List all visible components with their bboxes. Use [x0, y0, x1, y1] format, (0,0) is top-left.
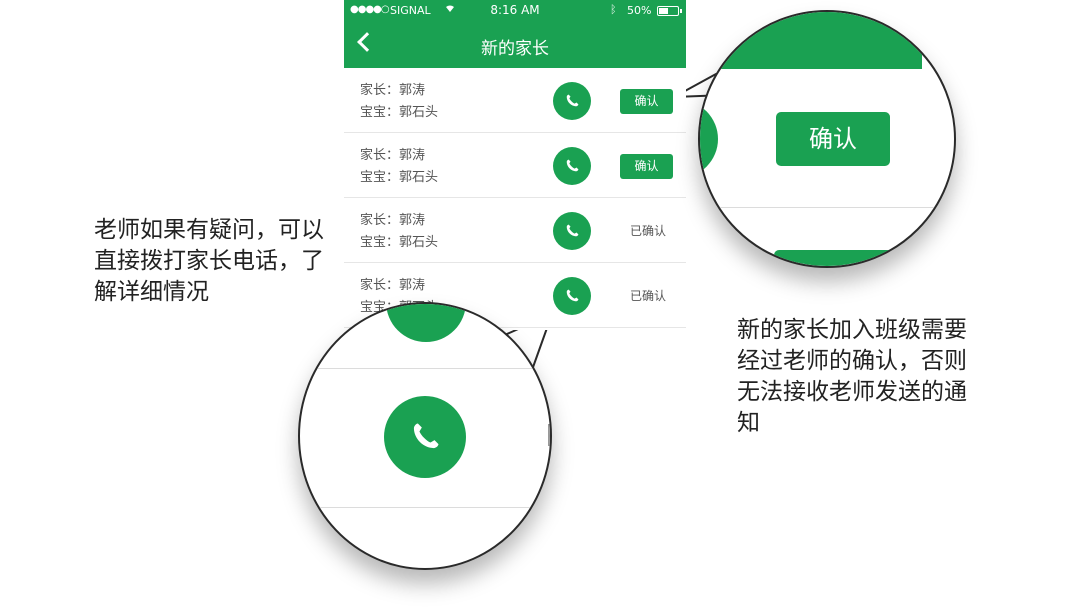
- magnifier-confirm: 确认: [698, 10, 956, 268]
- parent-info: 家长：郭涛宝宝：郭石头: [360, 145, 438, 189]
- magnified-divider: [700, 207, 954, 208]
- status-bar: ●●●●○ SIGNAL 8:16 AM ᛒ 50%: [344, 0, 686, 22]
- child-name: 宝宝：郭石头: [360, 170, 439, 185]
- magnified-divider-bottom: [300, 507, 550, 508]
- list-item: 家长：郭涛宝宝：郭石头 已确认: [344, 198, 686, 263]
- phone-icon[interactable]: [553, 147, 591, 185]
- parent-name: 家长：郭涛: [360, 213, 426, 228]
- magnified-edge-mark: [548, 424, 550, 446]
- confirm-button[interactable]: 确认: [620, 154, 673, 179]
- magnified-nav-bar: [700, 12, 922, 69]
- confirmed-label: 已确认: [629, 289, 666, 303]
- bluetooth-icon: ᛒ: [610, 3, 617, 16]
- confirmed-label: 已确认: [629, 224, 666, 238]
- confirm-button[interactable]: 确认: [620, 89, 673, 114]
- page-title: 新的家长: [481, 39, 549, 59]
- parent-info: 家长：郭涛宝宝：郭石头: [360, 80, 438, 124]
- list-item: 家长：郭涛宝宝：郭石头 确认: [344, 68, 686, 133]
- magnified-divider-top: [300, 368, 550, 369]
- phone-icon[interactable]: [553, 212, 591, 250]
- magnified-confirm-button: 确认: [776, 112, 890, 166]
- annotation-confirm-parent: 新的家长加入班级需要经过老师的确认，否则无法接收老师发送的通知: [737, 317, 967, 436]
- phone-icon[interactable]: [553, 277, 591, 315]
- magnified-call-partial: [386, 304, 466, 342]
- battery-percent: 50%: [627, 4, 652, 17]
- magnifier-call: [298, 302, 552, 570]
- child-name: 宝宝：郭石头: [360, 105, 439, 120]
- parent-name: 家长：郭涛: [360, 83, 426, 98]
- battery-icon: [657, 6, 682, 16]
- parent-list: 家长：郭涛 宝宝：郭石头 确认 家长：郭涛 宝宝：郭石头 确认 家长：郭涛 宝宝：郭石头 已确认…: [344, 68, 686, 328]
- parent-name: 家长：郭涛: [360, 278, 426, 293]
- magnified-call-edge: [700, 100, 718, 178]
- nav-bar: 新的家长: [344, 22, 686, 68]
- list-item: 家长：郭涛宝宝：郭石头 确认: [344, 133, 686, 198]
- child-name: 宝宝：郭石头: [360, 235, 439, 250]
- phone-icon[interactable]: [553, 82, 591, 120]
- parent-name: 家长：郭涛: [360, 148, 426, 163]
- phone-screen: ●●●●○ SIGNAL 8:16 AM ᛒ 50% 新的家长 家长：郭涛宝宝：…: [344, 0, 686, 330]
- magnified-phone-icon: [384, 396, 466, 478]
- magnified-next-button: [774, 250, 894, 266]
- annotation-call-parent: 老师如果有疑问，可以直接拨打家长电话，了解详细情况: [94, 217, 324, 305]
- parent-info: 家长：郭涛宝宝：郭石头: [360, 210, 438, 254]
